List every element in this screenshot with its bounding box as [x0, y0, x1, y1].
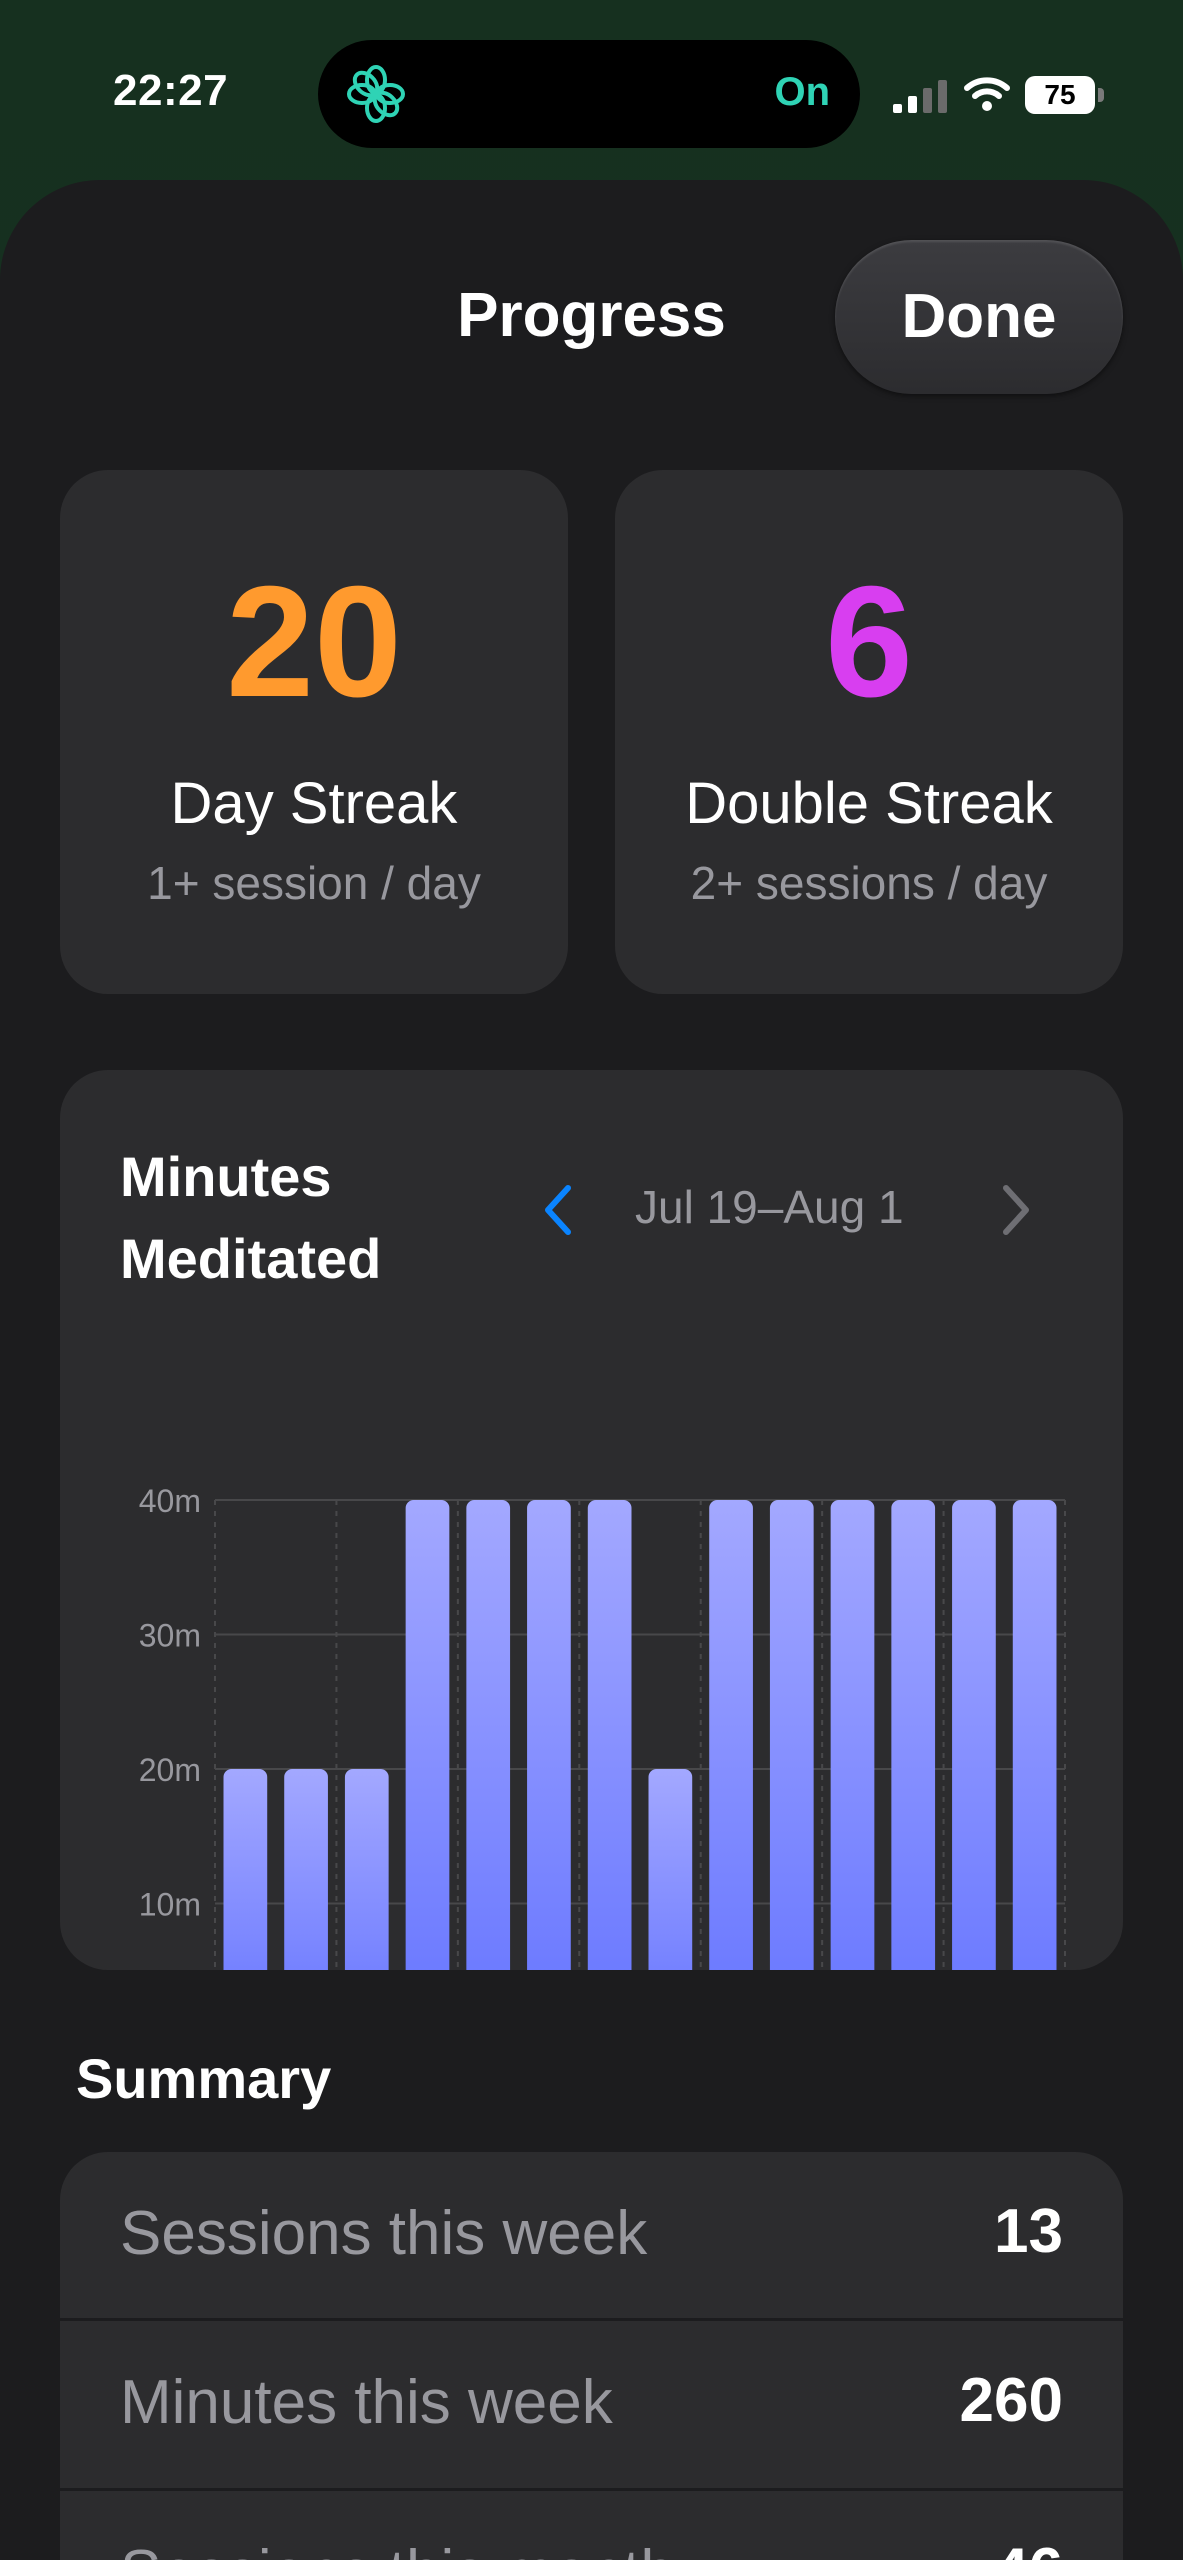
- chart-bar: [284, 1769, 328, 1970]
- minutes-chart-card: Minutes Meditated Jul 19–Aug 1 0m10m20m3…: [60, 1070, 1123, 1970]
- summary-row-value: 260: [959, 2366, 1063, 2435]
- summary-row-label: Sessions this week: [120, 2199, 648, 2268]
- chart-bar: [952, 1500, 996, 1970]
- chart-bar: [466, 1500, 511, 1970]
- y-tick-label: 40m: [139, 1483, 201, 1519]
- chart-bar: [527, 1500, 571, 1970]
- summary-card: Sessions this week 13 Minutes this week …: [60, 2152, 1123, 2560]
- y-tick-label: 10m: [139, 1887, 201, 1923]
- chart-bar: [830, 1500, 875, 1970]
- summary-row: Minutes this week 260: [60, 2321, 1123, 2489]
- chart-bar: [769, 1500, 814, 1970]
- double-streak-card: 6 Double Streak 2+ sessions / day: [615, 470, 1123, 994]
- chart-bar: [1012, 1500, 1057, 1970]
- summary-row-value: 13: [994, 2197, 1063, 2266]
- day-streak-subtitle: 1+ session / day: [147, 857, 481, 909]
- chart-bar: [648, 1769, 693, 1970]
- status-time: 22:27: [113, 66, 229, 115]
- battery-level: 75: [1025, 76, 1095, 114]
- summary-row-label: Minutes this week: [120, 2368, 613, 2437]
- focus-status: On: [774, 70, 830, 114]
- chart-bar: [587, 1500, 632, 1970]
- day-streak-card: 20 Day Streak 1+ session / day: [60, 470, 568, 994]
- double-streak-number: 6: [825, 554, 913, 730]
- progress-sheet: Progress Done 20 Day Streak 1+ session /…: [0, 180, 1183, 2560]
- chart-bar: [344, 1769, 389, 1970]
- chart-bar: [223, 1769, 268, 1970]
- cellular-signal-icon: [893, 80, 947, 113]
- chart-bar: [405, 1500, 450, 1970]
- flower-icon: [347, 65, 405, 123]
- chart-bar: [709, 1500, 753, 1970]
- double-streak-label: Double Streak: [685, 771, 1053, 836]
- chart-bar: [891, 1500, 936, 1970]
- y-tick-label: 20m: [139, 1752, 201, 1788]
- battery-nub: [1098, 88, 1104, 102]
- y-tick-label: 30m: [139, 1618, 201, 1654]
- summary-row-label: Sessions this month: [120, 2537, 675, 2560]
- day-streak-number: 20: [226, 554, 402, 730]
- wifi-icon: [964, 77, 1010, 111]
- day-streak-label: Day Streak: [170, 771, 458, 836]
- minutes-bar-chart: 0m10m20m30m40mJul 19Jul 21Jul 23Jul 25Ju…: [139, 1483, 1066, 1970]
- summary-row: Sessions this week 13: [60, 2152, 1123, 2320]
- dynamic-island[interactable]: On: [318, 40, 860, 148]
- done-button[interactable]: Done: [835, 240, 1123, 394]
- summary-row-value: 46: [994, 2535, 1063, 2560]
- double-streak-subtitle: 2+ sessions / day: [690, 857, 1048, 909]
- summary-row: Sessions this month 46: [60, 2491, 1123, 2560]
- screen: 22:27 On 75 Progress Done 20 Day Streak …: [0, 0, 1183, 2560]
- summary-title: Summary: [76, 2047, 332, 2110]
